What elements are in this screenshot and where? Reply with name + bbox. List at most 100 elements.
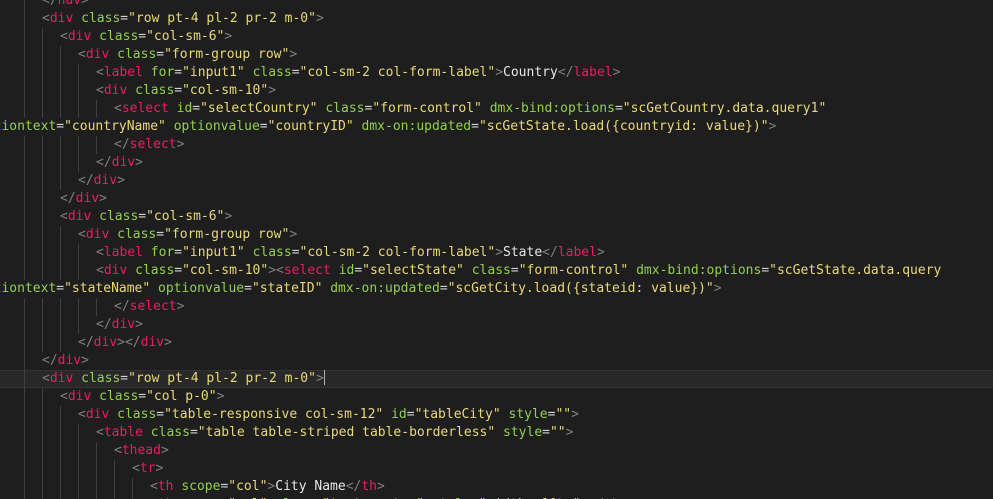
attribute-value: "scGetCity.load({stateid: value})" <box>447 281 714 296</box>
attribute-value: "scGetCountry.data.query1" <box>622 101 827 116</box>
indent-guide <box>24 442 25 460</box>
indent-guide <box>24 370 25 388</box>
attribute-name: for <box>150 65 175 80</box>
indent-guide <box>96 100 97 118</box>
code-line[interactable]: <div class="form-group row"> <box>0 226 993 244</box>
tag-name: select <box>129 137 177 152</box>
attribute-name: optiontext <box>0 281 57 296</box>
code-line[interactable]: <thead> <box>0 442 993 460</box>
code-line[interactable]: <label for="input1" class="col-sm-2 col-… <box>0 64 993 82</box>
code-line[interactable]: </div> <box>0 172 993 190</box>
code-line[interactable]: </nav> <box>0 0 993 10</box>
tag-bracket: </ <box>60 191 76 206</box>
attribute-name: style <box>508 407 548 422</box>
tag-bracket: > <box>99 191 107 206</box>
code-line[interactable]: <div class="form-group row"> <box>0 46 993 64</box>
text-content <box>109 227 117 242</box>
indent-guide <box>42 82 43 100</box>
code-editor[interactable]: </nav> <div class="row pt-4 pl-2 pr-2 m-0… <box>0 0 993 499</box>
code-line[interactable]: <div class="col-sm-6"> <box>0 28 993 46</box>
code-line[interactable]: </select> <box>0 136 993 154</box>
indent-guide <box>24 28 25 46</box>
equals-sign: = <box>138 29 147 44</box>
tag-name: label <box>103 245 143 260</box>
equals-sign: = <box>761 263 770 278</box>
equals-sign: = <box>156 227 165 242</box>
text-content <box>383 407 391 422</box>
indent-guide <box>96 442 97 460</box>
attribute-value: "form-group row" <box>164 47 290 62</box>
code-line[interactable]: <label for="input1" class="col-sm-2 col-… <box>0 244 993 262</box>
attribute-value: "selectState" <box>362 263 464 278</box>
tag-bracket: < <box>96 425 104 440</box>
code-line-active[interactable]: <div class="row pt-4 pl-2 pr-2 m-0"> <box>0 370 993 388</box>
tag-name: div <box>103 83 128 98</box>
attribute-name: id <box>391 407 407 422</box>
attribute-value: "table-responsive col-sm-12" <box>164 407 384 422</box>
code-line[interactable]: optiontext="stateName" optionvalue="stat… <box>0 280 993 298</box>
equals-sign: = <box>354 263 363 278</box>
indent-guide <box>24 316 25 334</box>
code-line[interactable]: <div class="col-sm-10"><select id="selec… <box>0 262 993 280</box>
attribute-value: "" <box>549 425 566 440</box>
indent-guide <box>78 100 79 118</box>
code-line[interactable]: </select> <box>0 298 993 316</box>
equals-sign: = <box>138 209 147 224</box>
indent-guide <box>60 100 61 118</box>
code-line[interactable]: <div class="row pt-4 pl-2 pr-2 m-0"> <box>0 10 993 28</box>
attribute-value: "col-sm-6" <box>146 29 225 44</box>
code-line[interactable]: <tr> <box>0 460 993 478</box>
indent-guide <box>24 352 25 370</box>
code-line[interactable]: <div class="col-sm-6"> <box>0 208 993 226</box>
text-content <box>150 281 158 296</box>
indent-guide <box>24 460 25 478</box>
tag-bracket: < <box>96 263 104 278</box>
code-line[interactable]: </div> <box>0 352 993 370</box>
code-line[interactable]: <div class="col-sm-10"> <box>0 82 993 100</box>
text-content <box>501 407 509 422</box>
text-content: Country <box>503 65 558 80</box>
equals-sign: = <box>614 101 623 116</box>
equals-sign: = <box>439 281 448 296</box>
code-line[interactable]: <div class="col p-0"> <box>0 388 993 406</box>
tag-name: div <box>67 389 92 404</box>
indent-guide <box>42 28 43 46</box>
attribute-name: optiontext <box>0 119 57 134</box>
indent-guide <box>96 460 97 478</box>
code-line[interactable]: <div class="table-responsive col-sm-12" … <box>0 406 993 424</box>
indent-guide <box>78 460 79 478</box>
tag-name: th <box>157 479 174 494</box>
tag-bracket: > <box>135 317 143 332</box>
attribute-name: for <box>150 245 175 260</box>
text-content <box>245 65 253 80</box>
tag-bracket: > <box>768 119 777 134</box>
text-content <box>143 425 151 440</box>
code-line[interactable]: optiontext="countryName" optionvalue="co… <box>0 118 993 136</box>
attribute-value: "row pt-4 pl-2 pr-2 m-0" <box>128 371 316 386</box>
equals-sign: = <box>156 47 165 62</box>
code-line[interactable]: <table class="table table-striped table-… <box>0 424 993 442</box>
text-content <box>109 47 117 62</box>
tag-bracket: < <box>96 83 104 98</box>
equals-sign: = <box>120 371 129 386</box>
text-content <box>482 101 490 116</box>
tag-bracket: </ <box>42 0 58 8</box>
equals-sign: = <box>174 245 183 260</box>
attribute-name: class <box>325 101 365 116</box>
code-line[interactable]: </div></div> <box>0 334 993 352</box>
code-line[interactable]: </div> <box>0 190 993 208</box>
code-text: <div class="row pt-4 pl-2 pr-2 m-0"> <box>42 10 324 28</box>
tag-bracket: </ <box>114 137 130 152</box>
code-line[interactable]: </div> <box>0 316 993 334</box>
code-line[interactable]: </div> <box>0 154 993 172</box>
code-line[interactable]: <select id="selectCountry" class="form-c… <box>0 100 993 118</box>
tag-name: div <box>111 317 136 332</box>
indent-guide <box>24 64 25 82</box>
text-content <box>73 11 81 26</box>
indent-guide <box>24 262 25 280</box>
attribute-name: dmx-on:updated <box>361 119 472 134</box>
attribute-name: dmx-on:updated <box>330 281 440 296</box>
tag-bracket: > <box>160 443 169 458</box>
tag-bracket: < <box>276 263 284 278</box>
code-line[interactable]: <th scope="col">City Name</th> <box>0 478 993 496</box>
